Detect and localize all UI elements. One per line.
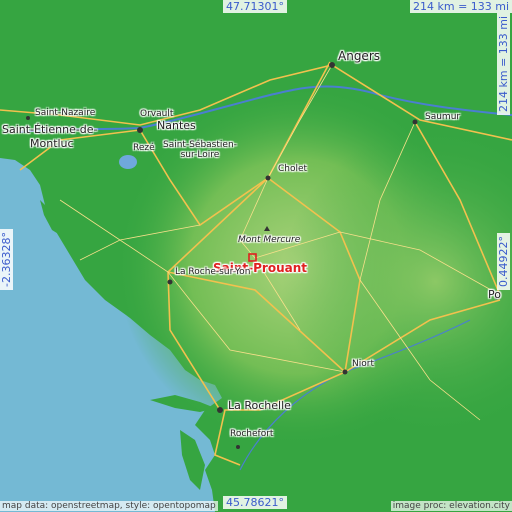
mont-mercure-label: Mont Mercure bbox=[238, 235, 301, 245]
saint-nazaire-label: Saint-Nazaire bbox=[35, 108, 96, 118]
map-view[interactable]: Angers Saumur Saint-Nazaire Orvault Nant… bbox=[0, 0, 512, 512]
saint-sebastien-label: Saint-Sébastien- sur-Loire bbox=[163, 140, 237, 160]
orvault-label: Orvault bbox=[140, 109, 174, 119]
nantes-marker[interactable] bbox=[137, 127, 143, 133]
rochefort-label: Rochefort bbox=[230, 429, 274, 439]
poitiers-label: Po bbox=[488, 288, 501, 301]
cholet-marker[interactable] bbox=[265, 175, 271, 181]
saint-etienne-label-line2: Montluc bbox=[30, 137, 74, 150]
saint-sebastien-label-line2: sur-Loire bbox=[180, 150, 220, 160]
scale-horizontal: 214 km = 133 mi bbox=[410, 0, 512, 13]
scale-vertical: 214 km = 133 mi bbox=[497, 12, 510, 115]
la-rochelle-label: La Rochelle bbox=[228, 399, 291, 412]
saumur-label: Saumur bbox=[425, 112, 461, 122]
map-credit: map data: openstreetmap, style: opentopo… bbox=[0, 501, 218, 511]
la-roche-label: La Roche-sur-Yon bbox=[175, 267, 251, 277]
top-latitude: 47.71301° bbox=[223, 0, 287, 13]
la-roche-marker[interactable] bbox=[167, 279, 173, 285]
niort-label: Niort bbox=[352, 359, 374, 369]
image-credit: image proc: elevation.city bbox=[390, 501, 512, 511]
angers-label: Angers bbox=[338, 49, 380, 63]
saint-sebastien-label-line1: Saint-Sébastien- bbox=[163, 140, 237, 150]
right-longitude: 0.44922° bbox=[497, 233, 510, 290]
la-rochelle-marker[interactable] bbox=[217, 407, 223, 413]
reze-label: Rezé bbox=[133, 143, 155, 153]
cholet-label: Cholet bbox=[278, 164, 308, 174]
saint-nazaire-marker[interactable] bbox=[26, 116, 30, 120]
nantes-label: Nantes bbox=[157, 119, 196, 132]
rochefort-marker[interactable] bbox=[236, 445, 240, 449]
saumur-marker[interactable] bbox=[412, 119, 418, 125]
niort-marker[interactable] bbox=[342, 369, 348, 375]
left-longitude: -2.36328° bbox=[0, 229, 13, 290]
saint-etienne-label-line1: Saint-Étienne-de- bbox=[2, 123, 98, 136]
bottom-latitude: 45.78621° bbox=[223, 496, 287, 509]
angers-marker[interactable] bbox=[329, 62, 335, 68]
